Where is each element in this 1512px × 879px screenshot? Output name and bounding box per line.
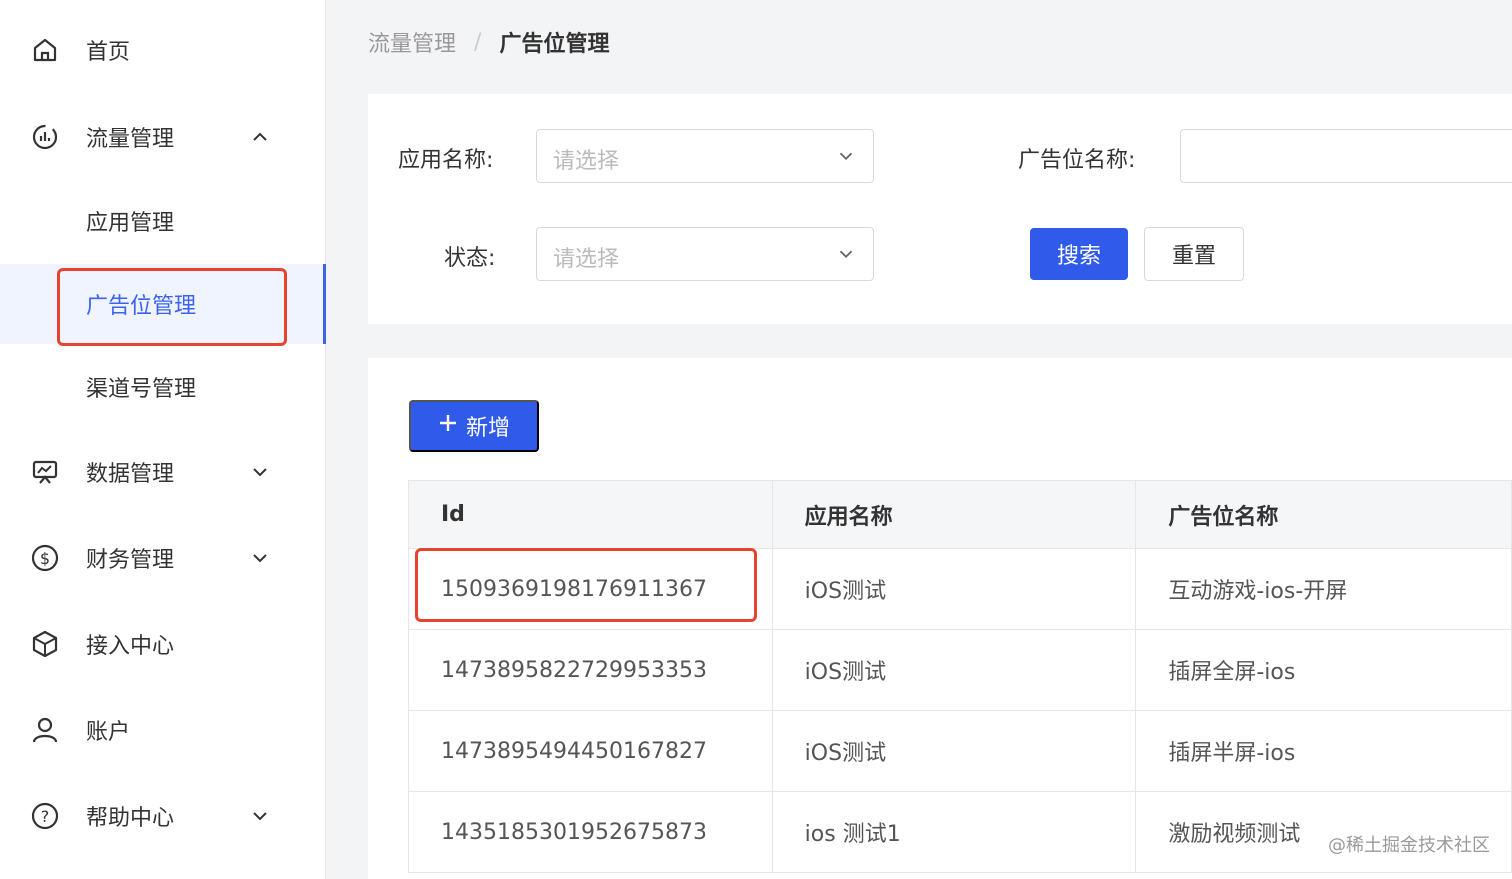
menu-help[interactable]: ? 帮助中心: [0, 776, 326, 856]
cell-id: 1435185301952675873: [409, 792, 773, 873]
sub-app-label: 应用管理: [86, 211, 175, 236]
app-name-placeholder: 请选择: [553, 149, 620, 174]
breadcrumb: 流量管理 / 广告位管理: [368, 26, 609, 58]
chevron-down-icon: [248, 460, 272, 484]
menu-account-label: 账户: [86, 720, 131, 745]
menu-home[interactable]: 首页: [0, 10, 326, 90]
cell-app-name: iOS测试: [772, 711, 1137, 792]
plus-icon: [438, 413, 458, 439]
add-button[interactable]: 新增: [409, 400, 539, 452]
sidebar: 首页 流量管理 应用管理 广告位管理 渠道号管理 数据管理 $ 财务管理 接入中…: [0, 0, 326, 879]
annotation-highlight-box: [415, 548, 757, 622]
chevron-down-icon: [835, 145, 857, 167]
menu-account[interactable]: 账户: [0, 690, 326, 770]
cell-app-name: ios 测试1: [772, 792, 1137, 873]
menu-help-label: 帮助中心: [86, 806, 175, 831]
app-name-label: 应用名称:: [398, 148, 494, 173]
menu-finance[interactable]: $ 财务管理: [0, 518, 326, 598]
sidebar-item-channel-management[interactable]: 渠道号管理: [0, 347, 326, 427]
table-header: Id 应用名称 广告位名称: [409, 481, 1512, 549]
help-icon: ?: [28, 799, 62, 833]
status-select[interactable]: 请选择: [536, 227, 874, 281]
column-header-id: Id: [409, 481, 773, 549]
cell-ad-slot-name: 互动游戏-ios-开屏: [1136, 549, 1512, 630]
cell-app-name: iOS测试: [772, 549, 1137, 630]
column-header-ad-slot-name: 广告位名称: [1136, 481, 1512, 549]
search-button[interactable]: 搜索: [1030, 228, 1128, 280]
menu-finance-label: 财务管理: [86, 548, 175, 573]
breadcrumb-separator: /: [474, 29, 482, 55]
ad-slot-name-label: 广告位名称:: [1018, 148, 1136, 173]
sidebar-item-app-management[interactable]: 应用管理: [0, 181, 326, 261]
menu-traffic[interactable]: 流量管理: [0, 97, 326, 177]
table-panel: 新增 Id 应用名称 广告位名称 1509369198176911367 iOS…: [368, 358, 1512, 879]
breadcrumb-parent[interactable]: 流量管理: [368, 26, 456, 58]
cell-ad-slot-name: 插屏半屏-ios: [1136, 711, 1512, 792]
breadcrumb-current: 广告位管理: [499, 32, 610, 57]
menu-data[interactable]: 数据管理: [0, 432, 326, 512]
status-label: 状态:: [444, 246, 496, 271]
main-content: 流量管理 / 广告位管理 应用名称: 请选择 广告位名称: 状态: 请选择 搜索…: [328, 0, 1512, 879]
cell-id: 1473895822729953353: [409, 630, 773, 711]
cube-icon: [28, 627, 62, 661]
cell-app-name: iOS测试: [772, 630, 1137, 711]
chevron-up-icon: [248, 125, 272, 149]
dollar-icon: $: [28, 541, 62, 575]
table-row[interactable]: 1473895822729953353 iOS测试 插屏全屏-ios: [409, 630, 1512, 711]
chevron-down-icon: [248, 546, 272, 570]
watermark: @稀土掘金技术社区: [1328, 835, 1490, 856]
cell-ad-slot-name: 插屏全屏-ios: [1136, 630, 1512, 711]
app-name-select[interactable]: 请选择: [536, 129, 874, 183]
annotation-highlight-box: [57, 268, 287, 346]
chart-icon: [28, 120, 62, 154]
filter-panel: 应用名称: 请选择 广告位名称: 状态: 请选择 搜索 重置: [368, 94, 1512, 324]
reset-button[interactable]: 重置: [1144, 227, 1244, 281]
status-placeholder: 请选择: [553, 247, 620, 272]
menu-traffic-label: 流量管理: [86, 127, 175, 152]
menu-access[interactable]: 接入中心: [0, 604, 326, 684]
chevron-down-icon: [248, 804, 272, 828]
menu-home-label: 首页: [86, 40, 131, 65]
presentation-icon: [28, 455, 62, 489]
svg-text:?: ?: [41, 807, 50, 826]
column-header-app-name: 应用名称: [772, 481, 1137, 549]
menu-data-label: 数据管理: [86, 462, 175, 487]
user-icon: [28, 713, 62, 747]
ad-slot-name-input[interactable]: [1180, 129, 1512, 183]
table-row[interactable]: 1473895494450167827 iOS测试 插屏半屏-ios: [409, 711, 1512, 792]
home-icon: [28, 33, 62, 67]
add-button-label: 新增: [465, 415, 510, 440]
svg-text:$: $: [40, 549, 50, 568]
menu-access-label: 接入中心: [86, 634, 175, 659]
ad-slot-table: Id 应用名称 广告位名称 1509369198176911367 iOS测试 …: [408, 480, 1512, 873]
cell-id: 1473895494450167827: [409, 711, 773, 792]
chevron-down-icon: [835, 243, 857, 265]
sub-channel-label: 渠道号管理: [86, 377, 197, 402]
